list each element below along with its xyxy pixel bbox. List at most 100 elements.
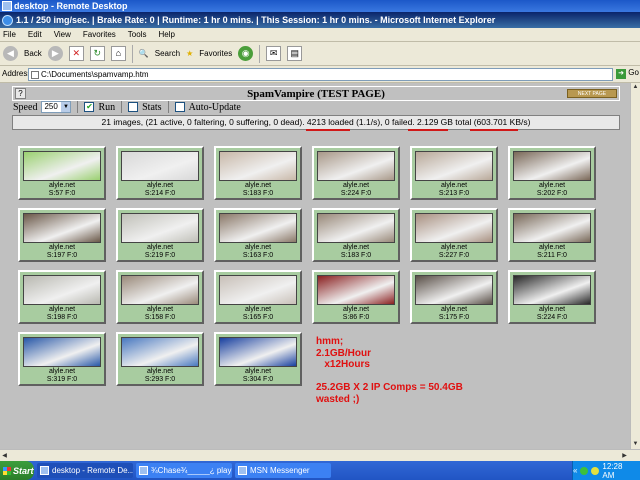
thumbnail-image [513,151,591,181]
image-thumbnail[interactable]: alyle.net S:293 F:0 [116,332,204,386]
image-thumbnail[interactable]: alyle.net S:198 F:0 [18,270,106,324]
image-thumbnail[interactable]: alyle.net S:211 F:0 [508,208,596,262]
page-content [0,83,630,449]
remote-desktop-icon [40,466,49,475]
network-icon[interactable] [580,466,589,475]
print-icon[interactable]: ▤ [287,46,303,61]
image-thumbnail[interactable]: alyle.net S:219 F:0 [116,208,204,262]
menu-help[interactable]: Help [158,28,174,41]
go-arrow-icon: ➜ [616,69,626,79]
media-icon[interactable]: ◉ [238,46,254,61]
thumbnail-site: alyle.net [48,244,76,251]
image-thumbnail[interactable]: alyle.net S:86 F:0 [312,270,400,324]
clock: 12:28 AM [602,461,623,480]
task-remote-desktop[interactable]: desktop - Remote De... [37,463,133,478]
thumbnail-stats: S:219 F:0 [144,252,176,259]
back-arrow-icon[interactable]: ◀ [3,46,18,61]
menu-view[interactable]: View [54,28,71,41]
back-button-label[interactable]: Back [24,49,42,58]
thumbnail-image [317,151,395,181]
thumbnail-stats: S:319 F:0 [46,376,78,383]
search-button-label[interactable]: Search [155,49,180,58]
page-title: SpamVampire (TEST PAGE) [247,88,385,100]
stats-checkbox[interactable] [128,102,139,112]
address-bar: Address C:\Documents\spamvamp.htm ➜ Go [0,66,640,83]
mail-icon[interactable]: ✉ [266,46,282,61]
home-icon[interactable]: ⌂ [110,46,126,61]
image-thumbnail[interactable]: alyle.net S:214 F:0 [116,146,204,200]
task-label: MSN Messenger [250,466,310,475]
forward-arrow-icon[interactable]: ▶ [47,46,63,61]
thumbnail-site: alyle.net [538,182,566,189]
image-thumbnail[interactable]: alyle.net S:175 F:0 [410,270,498,324]
image-thumbnail[interactable]: alyle.net S:304 F:0 [214,332,302,386]
system-tray: « 12:28 AM [572,461,640,480]
image-thumbnail[interactable]: alyle.net S:183 F:0 [214,146,302,200]
underline-rate [470,129,518,131]
thumbnail-stats: S:86 F:0 [342,314,370,321]
thumbnail-site: alyle.net [146,306,174,313]
thumbnail-image [23,213,101,243]
task-chat[interactable]: ¾Chase¾_____¿ playi... [136,463,232,478]
go-button[interactable]: ➜ Go [616,68,639,79]
image-thumbnail[interactable]: alyle.net S:183 F:0 [312,208,400,262]
image-thumbnail[interactable]: alyle.net S:202 F:0 [508,146,596,200]
thumbnail-image [23,275,101,305]
address-input[interactable]: C:\Documents\spamvamp.htm [28,68,613,81]
annotation-line [316,371,463,383]
chevron-down-icon[interactable]: ▼ [61,102,71,112]
thumbnail-stats: S:213 F:0 [438,190,470,197]
stats-label: Stats [142,101,162,113]
scroll-up-icon[interactable]: ▲ [631,83,640,92]
menu-file[interactable]: File [3,28,16,41]
search-icon[interactable]: 🔍 [139,49,149,58]
image-thumbnail[interactable]: alyle.net S:319 F:0 [18,332,106,386]
scroll-down-icon[interactable]: ▼ [631,440,640,449]
image-thumbnail[interactable]: alyle.net S:224 F:0 [312,146,400,200]
page-icon [31,71,39,79]
annotation-line: 25.2GB X 2 IP Comps = 50.4GB [316,382,463,393]
taskbar: Start desktop - Remote De... ¾Chase¾____… [0,461,640,480]
scroll-left-icon[interactable]: ◀ [0,451,9,461]
auto-update-checkbox[interactable] [174,102,185,112]
speed-label: Speed [13,101,38,113]
menu-edit[interactable]: Edit [28,28,42,41]
chat-window-icon [139,466,148,475]
menu-tools[interactable]: Tools [128,28,147,41]
thumbnail-stats: S:175 F:0 [438,314,470,321]
menu-favorites[interactable]: Favorites [83,28,116,41]
scroll-right-icon[interactable]: ▶ [620,451,629,461]
annotation-line: x12Hours [316,359,370,370]
favorites-button-label[interactable]: Favorites [199,49,232,58]
tray-expand-icon[interactable]: « [573,466,577,475]
stop-icon[interactable]: ✕ [68,46,84,61]
start-button[interactable]: Start [0,461,34,480]
image-thumbnail[interactable]: alyle.net S:57 F:0 [18,146,106,200]
refresh-icon[interactable]: ↻ [89,46,105,61]
image-thumbnail[interactable]: alyle.net S:227 F:0 [410,208,498,262]
spamvampire-header: ? SpamVampire (TEST PAGE) NEXT PAGE [12,86,620,101]
thumbnail-image [219,337,297,367]
vertical-scrollbar[interactable]: ▲ ▼ [630,83,640,449]
image-thumbnail[interactable]: alyle.net S:224 F:0 [508,270,596,324]
thumbnail-stats: S:158 F:0 [144,314,176,321]
image-thumbnail[interactable]: alyle.net S:158 F:0 [116,270,204,324]
thumbnail-stats: S:165 F:0 [242,314,274,321]
horizontal-scrollbar[interactable]: ◀ ▶ [0,449,640,461]
toolbar-separator [131,44,133,63]
speed-value: 250 [44,102,58,111]
thumbnail-site: alyle.net [342,244,370,251]
volume-icon[interactable] [591,466,600,475]
next-page-button[interactable]: NEXT PAGE [567,89,617,98]
favorites-star-icon[interactable]: ★ [186,49,193,58]
speed-select[interactable]: 250 ▼ [41,101,72,113]
image-thumbnail[interactable]: alyle.net S:213 F:0 [410,146,498,200]
image-thumbnail[interactable]: alyle.net S:197 F:0 [18,208,106,262]
thumbnail-image [23,337,101,367]
image-thumbnail[interactable]: alyle.net S:163 F:0 [214,208,302,262]
image-thumbnail[interactable]: alyle.net S:165 F:0 [214,270,302,324]
task-msn-messenger[interactable]: MSN Messenger [235,463,331,478]
run-checkbox[interactable]: ✔ [84,102,95,112]
window-title-bar: 1.1 / 250 img/sec. | Brake Rate: 0 | Run… [0,12,640,28]
thumbnail-stats: S:163 F:0 [242,252,274,259]
